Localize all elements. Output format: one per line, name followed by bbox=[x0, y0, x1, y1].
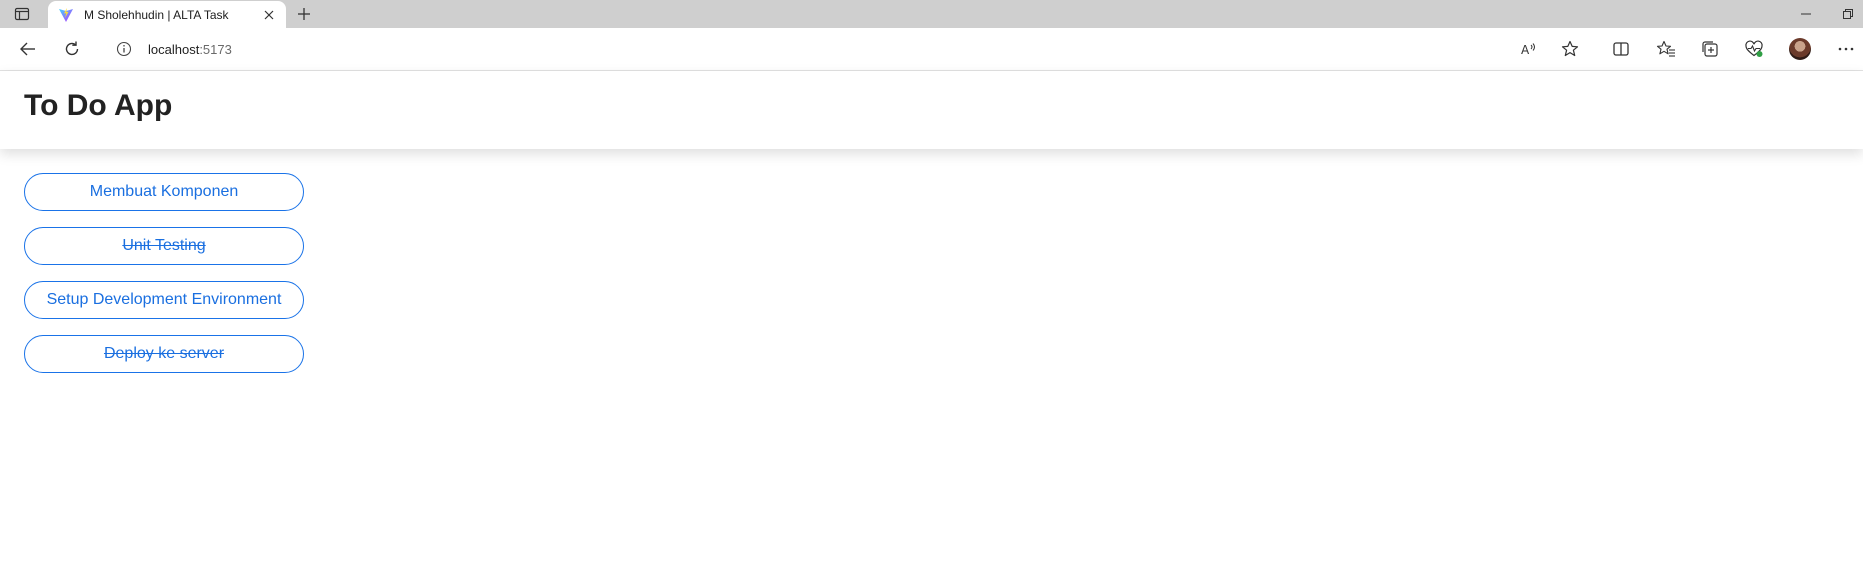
more-icon[interactable] bbox=[1836, 39, 1856, 59]
todo-item[interactable]: Setup Development Environment bbox=[24, 281, 304, 319]
browser-toolbar: localhost:5173 A bbox=[0, 28, 1863, 71]
plus-icon[interactable] bbox=[296, 6, 312, 22]
url-port: :5173 bbox=[199, 42, 232, 57]
star-icon[interactable] bbox=[1560, 39, 1580, 59]
split-screen-icon[interactable] bbox=[1611, 39, 1631, 59]
avatar[interactable] bbox=[1789, 38, 1811, 60]
tab-actions-icon[interactable] bbox=[14, 6, 30, 22]
collections-icon[interactable] bbox=[1700, 39, 1720, 59]
browser-tab-strip: M Sholehhudin | ALTA Task bbox=[0, 0, 1863, 28]
url-host: localhost bbox=[148, 42, 200, 57]
url-text[interactable]: localhost:5173 bbox=[148, 42, 232, 57]
read-aloud-icon[interactable]: A bbox=[1519, 39, 1539, 59]
vite-logo-icon bbox=[59, 8, 73, 22]
browser-tab[interactable]: M Sholehhudin | ALTA Task bbox=[48, 1, 286, 28]
todo-list: Membuat Komponen Unit Testing Setup Deve… bbox=[24, 173, 304, 389]
todo-item[interactable]: Deploy ke server bbox=[24, 335, 304, 373]
todo-item[interactable]: Unit Testing bbox=[24, 227, 304, 265]
svg-text:A: A bbox=[1521, 43, 1530, 57]
restore-icon[interactable] bbox=[1842, 8, 1854, 20]
app-header: To Do App bbox=[0, 71, 1863, 149]
info-icon[interactable] bbox=[116, 41, 132, 57]
refresh-icon[interactable] bbox=[62, 39, 82, 59]
tab-title: M Sholehhudin | ALTA Task bbox=[84, 8, 229, 22]
page-title: To Do App bbox=[24, 89, 173, 122]
heart-pulse-icon[interactable] bbox=[1744, 39, 1764, 59]
todo-item[interactable]: Membuat Komponen bbox=[24, 173, 304, 211]
address-bar[interactable]: localhost:5173 bbox=[100, 33, 1572, 65]
close-icon[interactable] bbox=[262, 8, 276, 22]
back-arrow-icon[interactable] bbox=[18, 39, 38, 59]
favorites-icon[interactable] bbox=[1656, 39, 1676, 59]
minimize-icon[interactable] bbox=[1800, 8, 1812, 20]
